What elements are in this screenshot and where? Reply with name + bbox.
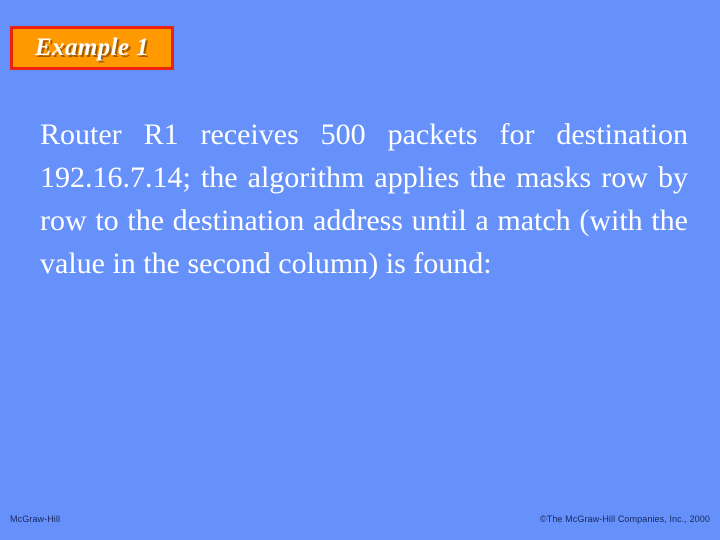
footer-publisher: McGraw-Hill: [10, 514, 61, 524]
page-title: Example 1: [34, 33, 149, 61]
body-paragraph: Router R1 receives 500 packets for desti…: [40, 118, 696, 280]
slide-body-block: Router R1 receives 500 packets for desti…: [40, 113, 688, 285]
slide-title-plaque: Example 1: [10, 26, 174, 70]
slide-canvas: Example 1 Router R1 receives 500 packets…: [0, 0, 720, 540]
footer-copyright: ©The McGraw-Hill Companies, Inc., 2000: [540, 514, 710, 524]
